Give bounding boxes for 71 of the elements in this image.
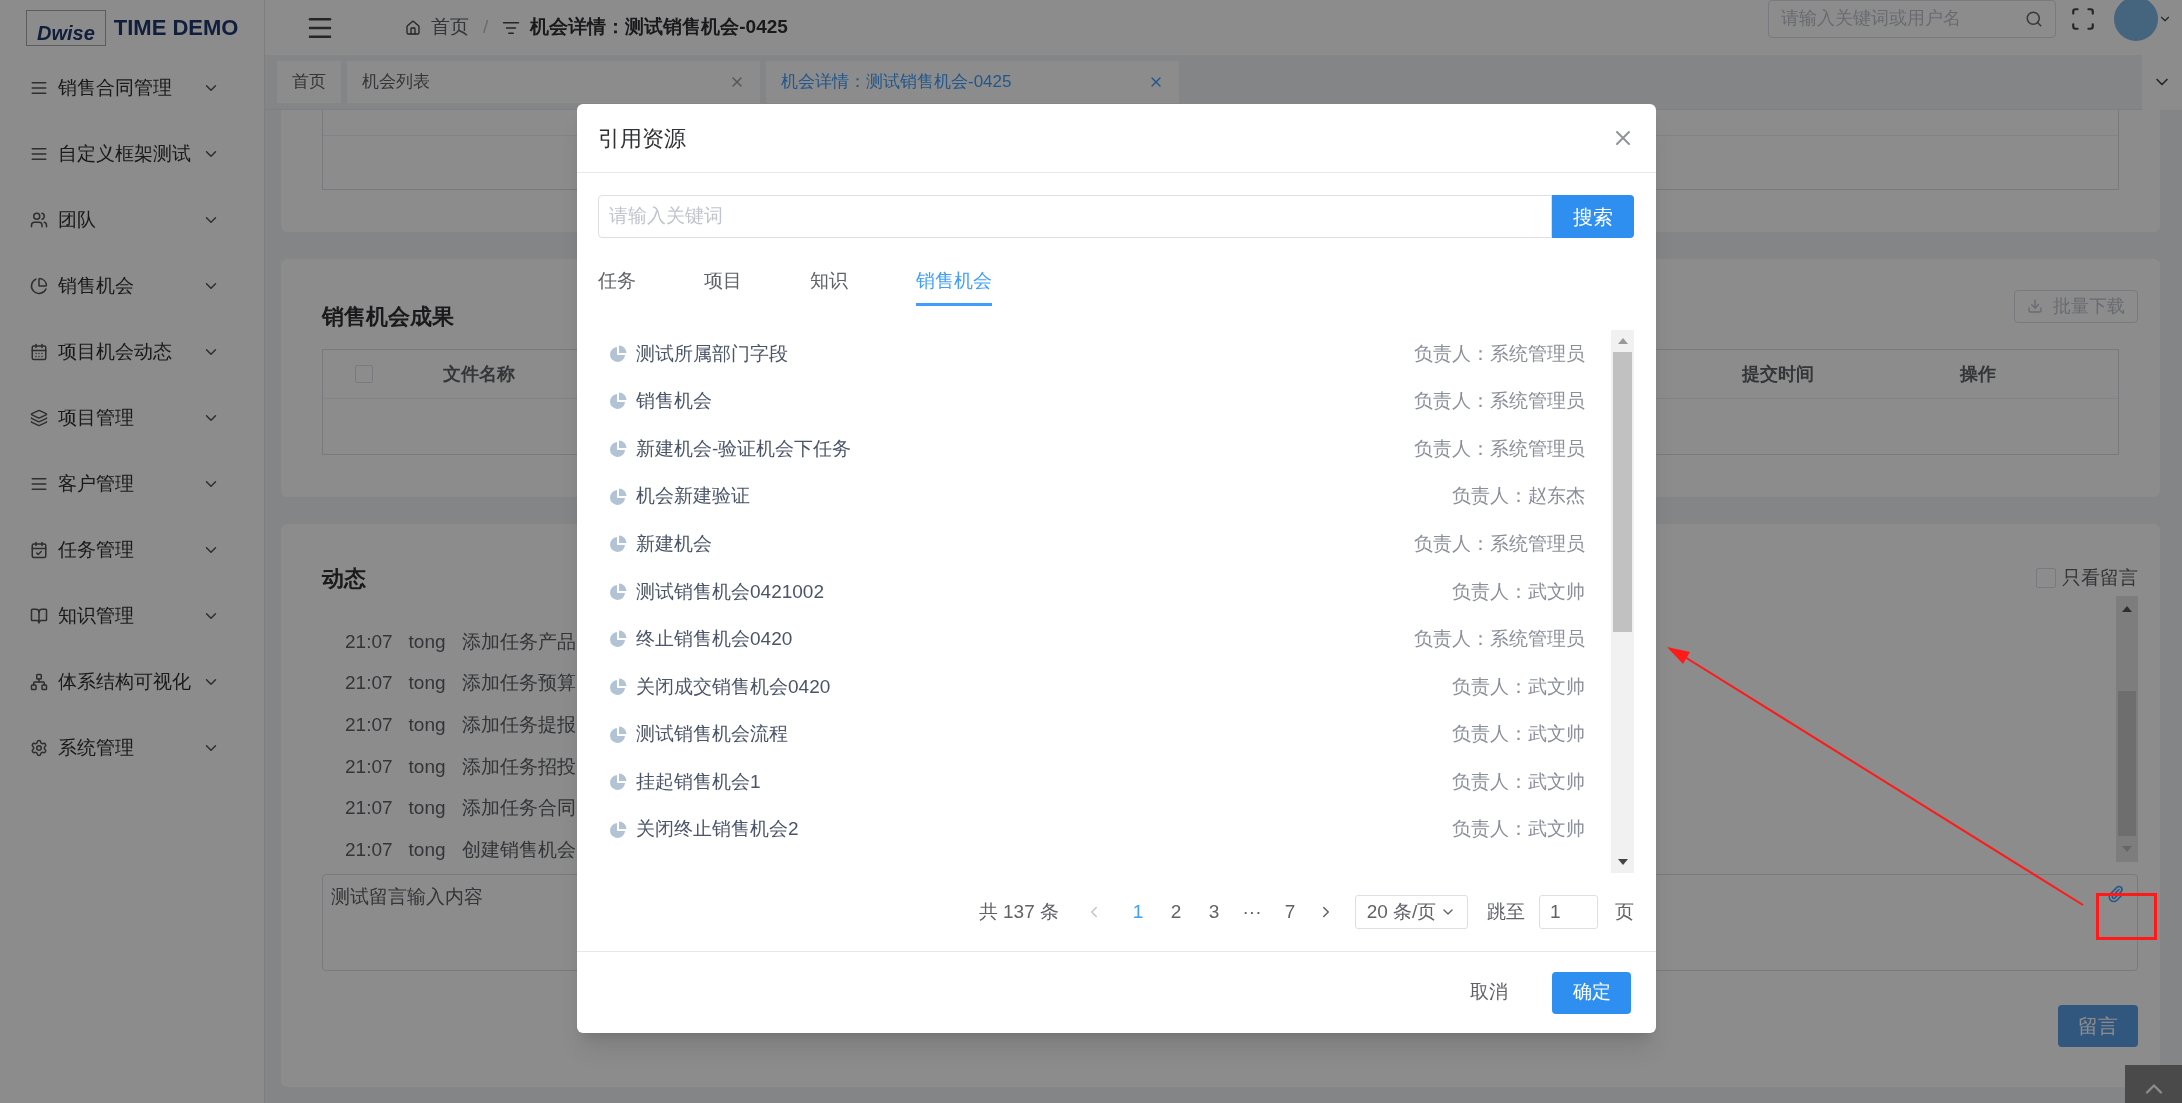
resource-item[interactable]: 新建机会 负责人：系统管理员 xyxy=(608,520,1585,568)
breadcrumb-current: 机会详情：测试销售机会-0425 xyxy=(530,15,788,40)
page-number[interactable]: ··· xyxy=(1233,897,1271,927)
dialog-tab[interactable]: 任务 xyxy=(598,260,636,306)
resource-item[interactable]: 新建机会-验证机会下任务 负责人：系统管理员 xyxy=(608,425,1585,473)
dialog-tab[interactable]: 项目 xyxy=(704,260,742,306)
page-number[interactable]: 7 xyxy=(1271,897,1309,927)
page-number[interactable]: 2 xyxy=(1157,897,1195,927)
resource-item[interactable]: 关闭终止销售机会2 负责人：武文帅 xyxy=(608,805,1585,854)
sidebar-item[interactable]: 销售合同管理 xyxy=(0,55,264,121)
sidebar-item[interactable]: 项目管理 xyxy=(0,385,264,451)
page-tab[interactable]: 机会列表 xyxy=(347,61,760,103)
resource-item[interactable]: 挂起销售机会1 负责人：武文帅 xyxy=(608,758,1585,806)
page-jump-field[interactable]: 1 xyxy=(1539,895,1598,929)
column-header: 提交时间 xyxy=(1741,362,1815,386)
sidebar-item[interactable]: 系统管理 xyxy=(0,715,264,781)
entry-user: tong xyxy=(408,754,446,779)
entry-time: 21:07 xyxy=(345,629,393,654)
resource-item[interactable]: 终止销售机会0420 负责人：系统管理员 xyxy=(608,615,1585,664)
page-tab[interactable]: 首页 xyxy=(277,61,341,103)
entry-text: 添加任务预算 xyxy=(461,671,576,696)
column-header: 操作 xyxy=(1959,362,1997,386)
cancel-button[interactable]: 取消 xyxy=(1456,971,1522,1014)
logo: Dwise xyxy=(26,9,106,46)
entry-text: 创建销售机会 xyxy=(461,838,576,862)
entry-text: 添加任务合同 xyxy=(461,796,576,821)
resource-item[interactable]: 测试销售机会流程 负责人：武文帅 xyxy=(608,710,1585,759)
only-messages-checkbox[interactable]: 只看留言 xyxy=(2036,563,2138,593)
resource-item[interactable]: 销售机会 负责人：系统管理员 xyxy=(608,377,1585,426)
entry-user: tong xyxy=(408,796,446,821)
sidebar-item[interactable]: 团队 xyxy=(0,187,264,253)
search-button[interactable]: 搜索 xyxy=(1552,195,1634,238)
resource-item[interactable]: 机会新建验证 负责人：赵东杰 xyxy=(608,472,1585,521)
dialog-tab[interactable]: 销售机会 xyxy=(916,260,992,306)
column-header: 文件名称 xyxy=(443,362,515,386)
entry-text: 添加任务提报 xyxy=(461,712,576,737)
entry-time: 21:07 xyxy=(345,838,393,862)
entry-user: tong xyxy=(408,838,446,862)
entry-user: tong xyxy=(408,712,446,737)
entry-user: tong xyxy=(408,671,446,696)
sidebar-item[interactable]: 自定义框架测试 xyxy=(0,121,264,187)
jump-label: 跳至 xyxy=(1487,899,1525,924)
sidebar-item[interactable]: 项目机会动态 xyxy=(0,319,264,385)
app-title: TIME DEMO xyxy=(113,14,239,42)
confirm-button[interactable]: 确定 xyxy=(1552,971,1631,1014)
page-number[interactable]: 3 xyxy=(1195,897,1233,927)
sidebar-item[interactable]: 体系结构可视化 xyxy=(0,649,264,715)
section-title: 销售机会成果 xyxy=(322,302,454,331)
entry-text: 添加任务产品 xyxy=(461,629,576,654)
section-title: 动态 xyxy=(322,564,366,593)
page-size-select[interactable]: 20 条/页 xyxy=(1355,895,1468,929)
page-number[interactable]: 1 xyxy=(1119,897,1157,927)
sidebar-item[interactable]: 销售机会 xyxy=(0,253,264,319)
entry-time: 21:07 xyxy=(345,671,393,696)
entry-time: 21:07 xyxy=(345,712,393,737)
entry-user: tong xyxy=(408,629,446,654)
dialog-tab[interactable]: 知识 xyxy=(810,260,848,306)
resource-item[interactable]: 关闭成交销售机会0420 负责人：武文帅 xyxy=(608,663,1585,711)
sidebar-item[interactable]: 任务管理 xyxy=(0,517,264,583)
resource-item[interactable]: 测试销售机会0421002 负责人：武文帅 xyxy=(608,567,1585,616)
sidebar-item[interactable]: 知识管理 xyxy=(0,583,264,649)
resource-item[interactable]: 测试所属部门字段 负责人：系统管理员 xyxy=(608,330,1585,378)
breadcrumb-separator: / xyxy=(483,15,489,40)
entry-time: 21:07 xyxy=(345,796,393,821)
entry-text: 添加任务招投 xyxy=(461,754,576,779)
breadcrumb-link[interactable]: 首页 xyxy=(431,13,469,42)
entry-time: 21:07 xyxy=(345,754,393,779)
dialog-title: 引用资源 xyxy=(598,124,687,153)
sidebar-item[interactable]: 客户管理 xyxy=(0,451,264,517)
page-suffix: 页 xyxy=(1615,899,1634,924)
total-count: 共 137 条 xyxy=(978,899,1059,924)
